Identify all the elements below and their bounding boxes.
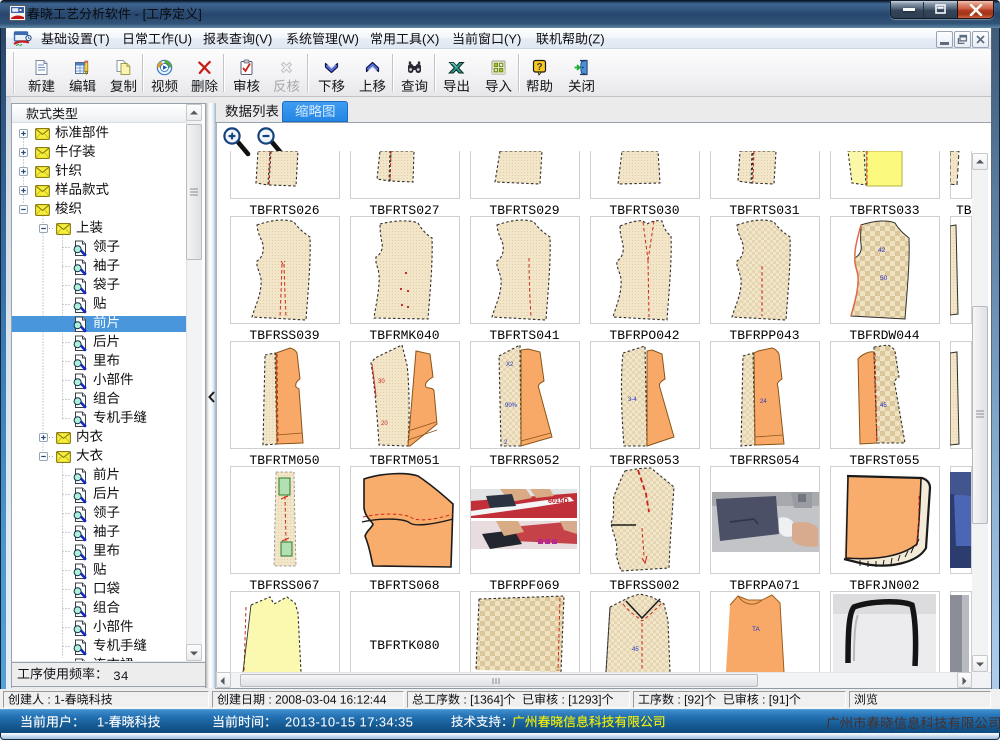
svg-text:45: 45 [880,403,887,409]
svg-text:20: 20 [381,421,388,427]
svg-text:90%: 90% [505,403,518,409]
svg-text:45: 45 [632,647,639,653]
svg-text:3-4: 3-4 [628,397,637,403]
svg-text:42: 42 [878,247,886,254]
svg-text:TA: TA [752,626,760,633]
svg-text:X2: X2 [506,362,514,368]
svg-text:30: 30 [378,379,385,385]
svg-text:24: 24 [760,399,767,405]
svg-text:50: 50 [880,275,888,282]
svg-text:?: ? [537,62,543,73]
svg-text:6015D: 6015D [548,498,569,505]
